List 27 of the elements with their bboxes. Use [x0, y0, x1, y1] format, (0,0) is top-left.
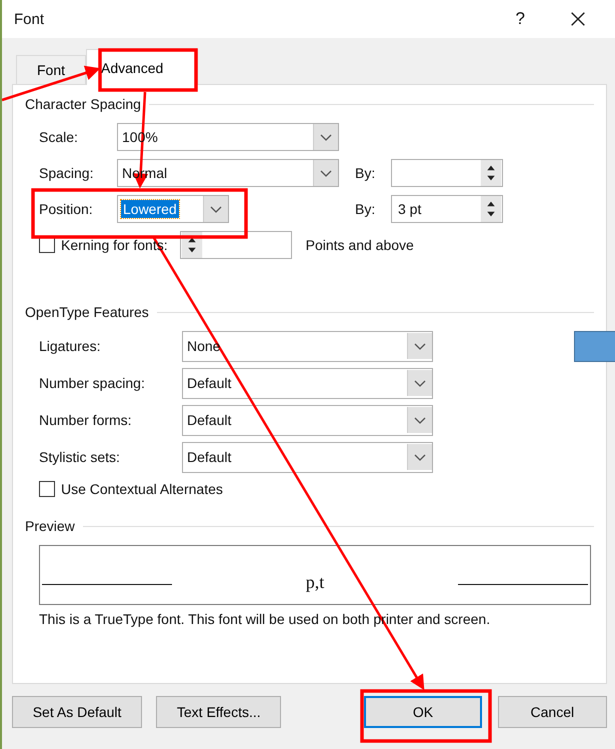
dialog-button[interactable]: Cancel	[498, 696, 607, 728]
group-heading: Preview	[25, 518, 75, 534]
field-label: Spacing:	[39, 165, 94, 181]
field-label: Position:	[39, 201, 94, 217]
dropdown[interactable]: Default	[182, 368, 433, 398]
dialog-button[interactable]: Set As Default	[12, 696, 142, 728]
dialog-button[interactable]: Text Effects...	[156, 696, 282, 728]
field-label: Number forms:	[39, 412, 133, 428]
field-label: By:	[355, 165, 376, 181]
preview-sample: p,t	[306, 572, 324, 592]
tab[interactable]: Font	[16, 55, 86, 84]
field-label: Points and above	[306, 237, 414, 253]
field-label: Stylistic sets:	[39, 449, 121, 465]
window-title: Font	[14, 10, 44, 28]
field-label: Number spacing:	[39, 375, 146, 391]
spin-field[interactable]: 3 pt	[391, 195, 503, 223]
dropdown[interactable]: Lowered	[117, 195, 229, 223]
checkbox-label: Use Contextual Alternates	[61, 481, 223, 497]
group-heading: OpenType Features	[25, 304, 149, 320]
field-label: By:	[355, 201, 376, 217]
help-button[interactable]: ?	[516, 9, 525, 29]
field-label: Scale:	[39, 129, 79, 145]
dropdown[interactable]: Default	[182, 442, 433, 472]
group-heading: Character Spacing	[25, 96, 141, 112]
field-label: Ligatures:	[39, 338, 102, 354]
dialog-button[interactable]: OK	[364, 696, 482, 728]
dropdown[interactable]: Default	[182, 404, 433, 436]
